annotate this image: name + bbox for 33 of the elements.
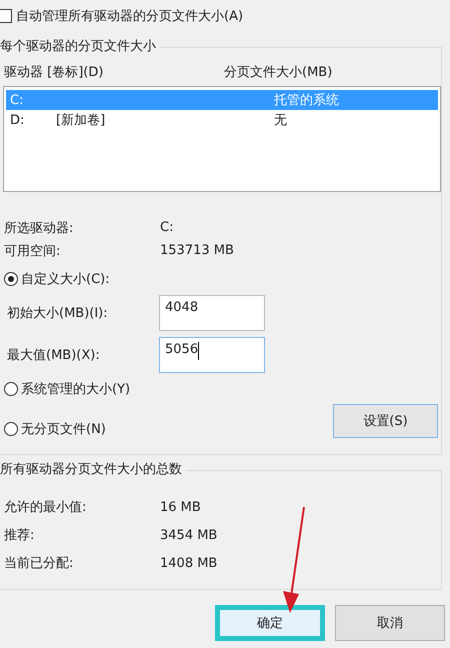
table-cell-text: 托管的系统 bbox=[274, 92, 339, 109]
table-cell-text: D: bbox=[10, 112, 26, 128]
radio-label: 无分页文件(N) bbox=[21, 421, 106, 438]
input-field[interactable]: 5056 bbox=[159, 337, 265, 373]
checkbox-label: 自动管理所有驱动器的分页文件大小(A) bbox=[16, 8, 244, 25]
table-cell-text: 无 bbox=[274, 112, 287, 129]
info-value: 3454 MB bbox=[160, 528, 218, 542]
set-button[interactable]: 设置(S) bbox=[333, 404, 438, 438]
info-value: C: bbox=[160, 220, 174, 235]
drive-row[interactable]: D: [新加卷] 无 bbox=[6, 110, 438, 130]
input-field[interactable]: 4048 bbox=[159, 295, 265, 331]
radio-button[interactable] bbox=[4, 272, 18, 286]
column-header: 分页文件大小(MB) bbox=[224, 64, 332, 82]
radio-button[interactable] bbox=[4, 382, 18, 396]
info-label: 推荐: bbox=[4, 527, 36, 544]
table-cell-text: C: bbox=[10, 92, 24, 108]
table-cell: [新加卷] bbox=[56, 113, 106, 128]
info-label: 可用空间: bbox=[4, 242, 62, 260]
column-header: 驱动器 [卷标](D) bbox=[4, 64, 104, 82]
field-label: 初始大小(MB)(I): bbox=[7, 305, 109, 322]
info-label: 所选驱动器: bbox=[4, 220, 74, 236]
radio-label: 自定义大小(C): bbox=[21, 271, 110, 288]
info-label: 当前已分配: bbox=[4, 555, 74, 572]
info-value: 153713 MB bbox=[160, 243, 234, 258]
radio-label: 系统管理的大小(Y) bbox=[21, 381, 130, 398]
radio-button[interactable] bbox=[4, 422, 18, 436]
info-value: 16 MB bbox=[160, 500, 201, 514]
info-value: 1408 MB bbox=[160, 556, 218, 570]
checkbox[interactable] bbox=[0, 9, 12, 23]
info-label: 允许的最小值: bbox=[4, 499, 88, 516]
cancel-button[interactable]: 取消 bbox=[335, 605, 445, 641]
ok-button[interactable]: 确定 bbox=[215, 605, 325, 641]
field-label: 最大值(MB)(X): bbox=[7, 347, 101, 364]
